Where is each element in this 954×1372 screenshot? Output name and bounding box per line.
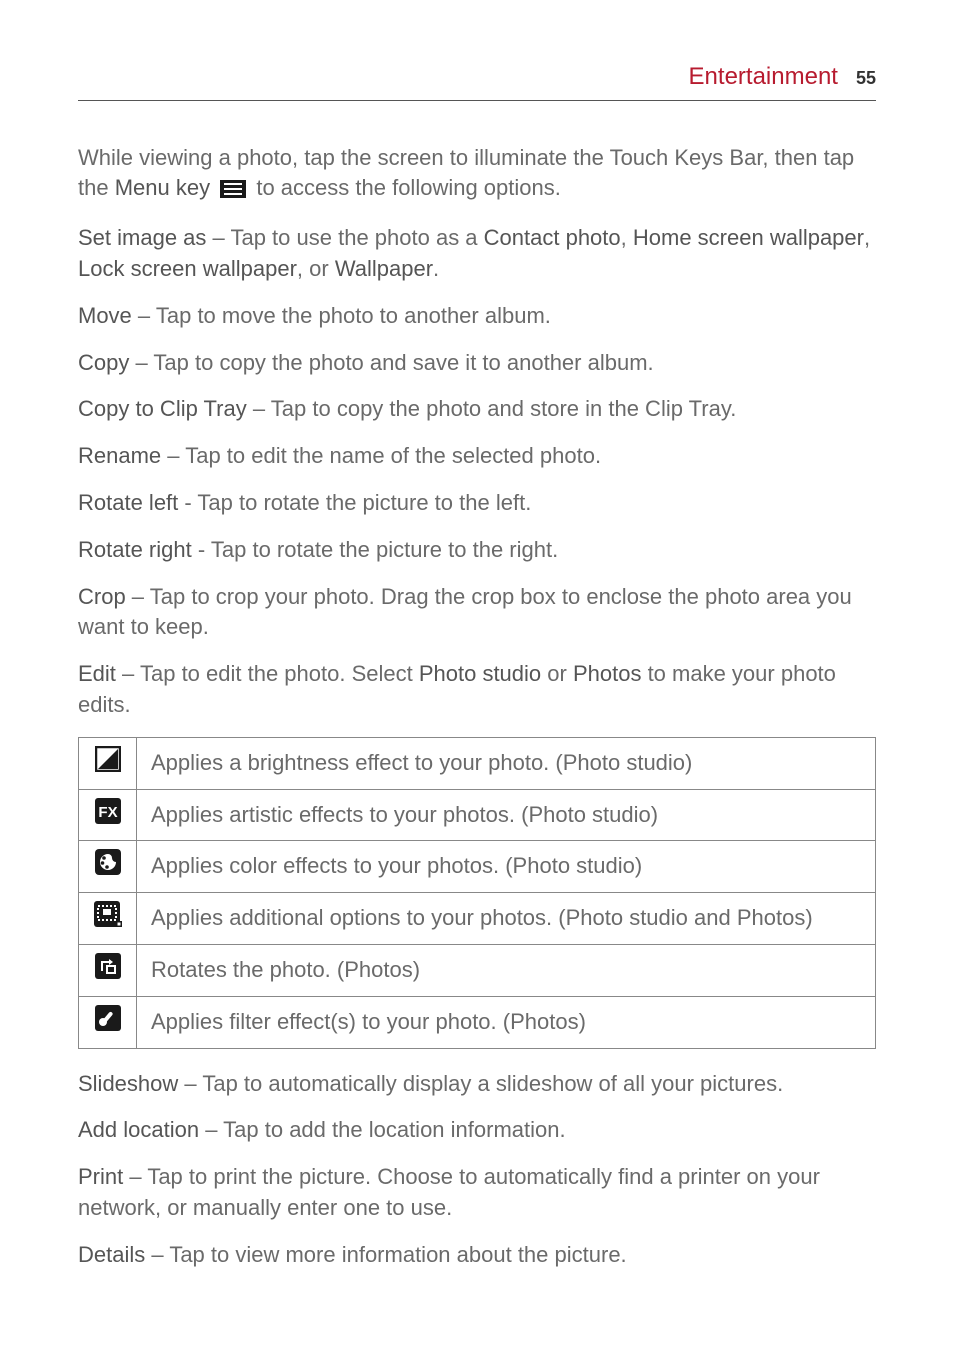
option-print: Print – Tap to print the picture. Choose…	[78, 1162, 876, 1224]
option-set-image-as: Set image as – Tap to use the photo as a…	[78, 223, 876, 285]
opt-text: – Tap to crop your photo. Drag the crop …	[78, 584, 852, 640]
table-row: FX Applies artistic effects to your phot…	[79, 789, 876, 841]
opt-label: Details	[78, 1242, 145, 1267]
option-details: Details – Tap to view more information a…	[78, 1240, 876, 1271]
effect-desc: Applies artistic effects to your photos.…	[137, 789, 876, 841]
effect-desc: Applies color effects to your photos. (P…	[137, 841, 876, 893]
fx-icon: FX	[95, 798, 121, 824]
comma: ,	[621, 225, 633, 250]
opt-label: Rotate right	[78, 537, 192, 562]
term-photo-studio: Photo studio	[419, 661, 541, 686]
option-copy: Copy – Tap to copy the photo and save it…	[78, 348, 876, 379]
opt-text: – Tap to edit the name of the selected p…	[161, 443, 601, 468]
effects-table: Applies a brightness effect to your phot…	[78, 737, 876, 1049]
comma: ,	[864, 225, 870, 250]
option-slideshow: Slideshow – Tap to automatically display…	[78, 1069, 876, 1100]
term-wallpaper: Wallpaper	[335, 256, 433, 281]
opt-label: Rename	[78, 443, 161, 468]
icon-cell: FX	[79, 789, 137, 841]
option-edit: Edit – Tap to edit the photo. Select Pho…	[78, 659, 876, 721]
mid: or	[541, 661, 573, 686]
effect-desc: Rotates the photo. (Photos)	[137, 944, 876, 996]
period: .	[433, 256, 439, 281]
opt-text: – Tap to copy the photo and save it to a…	[129, 350, 653, 375]
svg-text:FX: FX	[98, 804, 117, 821]
icon-cell	[79, 737, 137, 789]
icon-cell	[79, 944, 137, 996]
opt-label: Crop	[78, 584, 126, 609]
rotate-icon	[95, 953, 121, 979]
effect-desc: Applies a brightness effect to your phot…	[137, 737, 876, 789]
term-home-wallpaper: Home screen wallpaper	[633, 225, 864, 250]
opt-text: – Tap to copy the photo and store in the…	[247, 396, 737, 421]
effect-desc: Applies additional options to your photo…	[137, 893, 876, 945]
opt-label: Set image as	[78, 225, 206, 250]
option-rotate-left: Rotate left - Tap to rotate the picture …	[78, 488, 876, 519]
table-row: Applies filter effect(s) to your photo. …	[79, 996, 876, 1048]
opt-label: Slideshow	[78, 1071, 178, 1096]
icon-cell	[79, 893, 137, 945]
section-title: Entertainment	[689, 60, 838, 94]
opt-text: – Tap to automatically display a slidesh…	[178, 1071, 783, 1096]
opt-label: Add location	[78, 1117, 199, 1142]
opt-text: - Tap to rotate the picture to the right…	[192, 537, 558, 562]
opt-label: Move	[78, 303, 132, 328]
opt-text: – Tap to use the photo as a	[206, 225, 483, 250]
opt-text: – Tap to add the location information.	[199, 1117, 566, 1142]
table-row: Applies color effects to your photos. (P…	[79, 841, 876, 893]
intro-post: to access the following options.	[256, 175, 561, 200]
icon-cell	[79, 996, 137, 1048]
opt-text: – Tap to edit the photo. Select	[116, 661, 419, 686]
opt-label: Copy	[78, 350, 129, 375]
table-row: Rotates the photo. (Photos)	[79, 944, 876, 996]
opt-label: Edit	[78, 661, 116, 686]
term-contact-photo: Contact photo	[484, 225, 621, 250]
option-add-location: Add location – Tap to add the location i…	[78, 1115, 876, 1146]
option-rotate-right: Rotate right - Tap to rotate the picture…	[78, 535, 876, 566]
opt-label: Print	[78, 1164, 123, 1189]
table-row: Applies a brightness effect to your phot…	[79, 737, 876, 789]
effect-desc: Applies filter effect(s) to your photo. …	[137, 996, 876, 1048]
opt-text: – Tap to print the picture. Choose to au…	[78, 1164, 820, 1220]
opt-label: Rotate left	[78, 490, 178, 515]
option-copy-clip-tray: Copy to Clip Tray – Tap to copy the phot…	[78, 394, 876, 425]
color-palette-icon	[95, 849, 121, 875]
option-rename: Rename – Tap to edit the name of the sel…	[78, 441, 876, 472]
icon-cell	[79, 841, 137, 893]
opt-label: Copy to Clip Tray	[78, 396, 247, 421]
filter-pen-icon	[95, 1005, 121, 1031]
menu-key-label: Menu key	[115, 175, 210, 200]
option-crop: Crop – Tap to crop your photo. Drag the …	[78, 582, 876, 644]
term-photos: Photos	[573, 661, 642, 686]
option-move: Move – Tap to move the photo to another …	[78, 301, 876, 332]
opt-text: - Tap to rotate the picture to the left.	[178, 490, 531, 515]
comma: , or	[297, 256, 335, 281]
term-lock-wallpaper: Lock screen wallpaper	[78, 256, 297, 281]
opt-text: – Tap to view more information about the…	[145, 1242, 626, 1267]
menu-key-icon	[220, 176, 246, 207]
additional-options-icon	[94, 901, 122, 927]
opt-text: – Tap to move the photo to another album…	[132, 303, 551, 328]
page-number: 55	[856, 66, 876, 91]
page-header: Entertainment 55	[78, 60, 876, 101]
table-row: Applies additional options to your photo…	[79, 893, 876, 945]
brightness-icon	[95, 746, 121, 772]
intro-paragraph: While viewing a photo, tap the screen to…	[78, 143, 876, 208]
